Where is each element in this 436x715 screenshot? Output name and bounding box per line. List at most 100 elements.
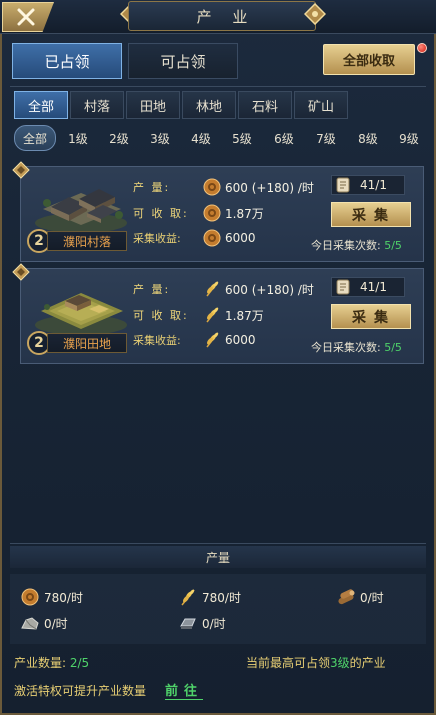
grain-production: 780/时 <box>178 588 241 606</box>
coin-production: 780/时 <box>20 588 83 606</box>
collectible-value: 1.87万 <box>225 206 264 221</box>
collectible-label: 可 收 取: <box>133 207 189 220</box>
ornament-icon <box>304 3 326 25</box>
tab-occupiable[interactable]: 可占领 <box>128 43 238 79</box>
wood-production-value: 0/时 <box>360 590 384 605</box>
gather-income-value: 6000 <box>225 333 256 347</box>
coin-icon <box>203 178 221 196</box>
level-filter-1[interactable]: 1级 <box>64 125 92 151</box>
level-filter-7[interactable]: 7级 <box>312 125 340 151</box>
scroll-icon <box>336 177 350 193</box>
category-tab-field[interactable]: 田地 <box>126 91 180 119</box>
output-value: 600 (+180) /时 <box>225 282 314 297</box>
max-level-value: 3级 <box>330 656 350 670</box>
iron-production-value: 0/时 <box>202 616 226 631</box>
level-filter-4[interactable]: 4级 <box>187 125 215 151</box>
page-title-text: 产 业 <box>196 7 256 26</box>
stone-production: 0/时 <box>20 614 68 632</box>
coin-icon <box>21 588 39 606</box>
scroll-icon <box>336 279 350 295</box>
gather-button[interactable]: 采集 <box>331 304 411 329</box>
page-title: 产 业 <box>128 1 316 31</box>
iron-production: 0/时 <box>178 614 226 632</box>
level-filter-5[interactable]: 5级 <box>228 125 256 151</box>
level-filter-all[interactable]: 全部 <box>14 125 56 151</box>
goto-link[interactable]: 前往 <box>165 680 204 700</box>
category-tab-village[interactable]: 村落 <box>70 91 124 119</box>
grain-production-value: 780/时 <box>202 590 241 605</box>
coin-production-value: 780/时 <box>44 590 83 605</box>
production-summary: 780/时 780/时 0/时 0/时 0/时 <box>10 574 426 644</box>
stone-production-value: 0/时 <box>44 616 68 631</box>
max-level-suffix: 的产业 <box>349 656 386 670</box>
tab-occupied[interactable]: 已占领 <box>12 43 122 79</box>
gather-income-row: 采集收益: 6000 <box>133 330 256 350</box>
industry-count: 产业数量: 2/5 <box>14 654 89 671</box>
gather-income-label: 采集收益: <box>133 232 181 245</box>
level-filter-2[interactable]: 2级 <box>105 125 133 151</box>
industry-card: 2 濮阳村落 产 量: 600 (+180) /时 可 收 取: 1.87万 采… <box>12 161 424 262</box>
today-gather-value: 5/5 <box>384 341 402 354</box>
today-gather-count: 今日采集次数: 5/5 <box>311 339 402 355</box>
gather-token-count: 41/1 <box>331 277 405 297</box>
wheat-icon <box>206 307 219 323</box>
today-gather-value: 5/5 <box>384 239 402 252</box>
gather-token-value: 41/1 <box>360 178 387 192</box>
level-filter-8[interactable]: 8级 <box>354 125 382 151</box>
output-row: 产 量: 600 (+180) /时 <box>133 279 314 299</box>
divider <box>10 86 426 87</box>
collectible-row: 可 收 取: 1.87万 <box>133 203 264 223</box>
divider <box>10 543 426 544</box>
output-label: 产 量: <box>133 181 171 194</box>
wheat-icon <box>206 281 219 297</box>
today-gather-label: 今日采集次数: <box>311 239 381 252</box>
category-tab-forest[interactable]: 林地 <box>182 91 236 119</box>
industry-count-label: 产业数量: <box>14 656 67 670</box>
diamond-icon <box>12 161 30 179</box>
gather-button[interactable]: 采集 <box>331 202 411 227</box>
industry-name: 濮阳田地 <box>47 333 127 353</box>
industry-name: 濮阳村落 <box>47 231 127 251</box>
level-filter-9[interactable]: 9级 <box>395 125 423 151</box>
output-label: 产 量: <box>133 283 171 296</box>
today-gather-label: 今日采集次数: <box>311 341 381 354</box>
industry-card: 2 濮阳田地 产 量: 600 (+180) /时 可 收 取: 1.87万 采… <box>12 263 424 364</box>
collect-all-button[interactable]: 全部收取 <box>323 44 415 75</box>
max-occupy-level: 当前最高可占领3级的产业 <box>246 654 386 671</box>
gather-income-value: 6000 <box>225 231 256 245</box>
stone-icon <box>21 617 39 630</box>
wood-log-icon <box>338 589 355 605</box>
category-tab-mine[interactable]: 矿山 <box>294 91 348 119</box>
header-bar: 产 业 <box>0 0 436 34</box>
category-tab-all[interactable]: 全部 <box>14 91 68 119</box>
collectible-label: 可 收 取: <box>133 309 189 322</box>
farmland-icon <box>35 293 127 335</box>
today-gather-count: 今日采集次数: 5/5 <box>311 237 402 253</box>
max-level-prefix: 当前最高可占领 <box>246 656 331 670</box>
collectible-row: 可 收 取: 1.87万 <box>133 305 264 325</box>
gather-income-label: 采集收益: <box>133 334 181 347</box>
coin-icon <box>203 229 221 247</box>
wood-production: 0/时 <box>336 588 384 606</box>
category-tabs: 全部 村落 田地 林地 石料 矿山 <box>14 91 348 119</box>
close-icon <box>17 8 35 26</box>
wheat-icon <box>206 332 219 348</box>
gather-income-row: 采集收益: 6000 <box>133 228 256 248</box>
diamond-icon <box>12 263 30 281</box>
industry-count-value: 2/5 <box>69 656 90 670</box>
output-value: 600 (+180) /时 <box>225 180 314 195</box>
level-filter-3[interactable]: 3级 <box>146 125 174 151</box>
gather-token-value: 41/1 <box>360 280 387 294</box>
iron-ingot-icon <box>180 618 196 629</box>
level-filter-6[interactable]: 6级 <box>270 125 298 151</box>
gather-token-count: 41/1 <box>331 175 405 195</box>
output-row: 产 量: 600 (+180) /时 <box>133 177 314 197</box>
category-tab-stone[interactable]: 石料 <box>238 91 292 119</box>
wheat-icon <box>181 589 195 606</box>
notification-dot <box>417 43 427 53</box>
production-summary-title: 产量 <box>10 546 426 568</box>
close-button[interactable] <box>2 2 54 32</box>
coin-icon <box>203 204 221 222</box>
village-icon <box>35 189 127 233</box>
level-filter: 全部 1级 2级 3级 4级 5级 6级 7级 8级 9级 <box>14 125 424 151</box>
